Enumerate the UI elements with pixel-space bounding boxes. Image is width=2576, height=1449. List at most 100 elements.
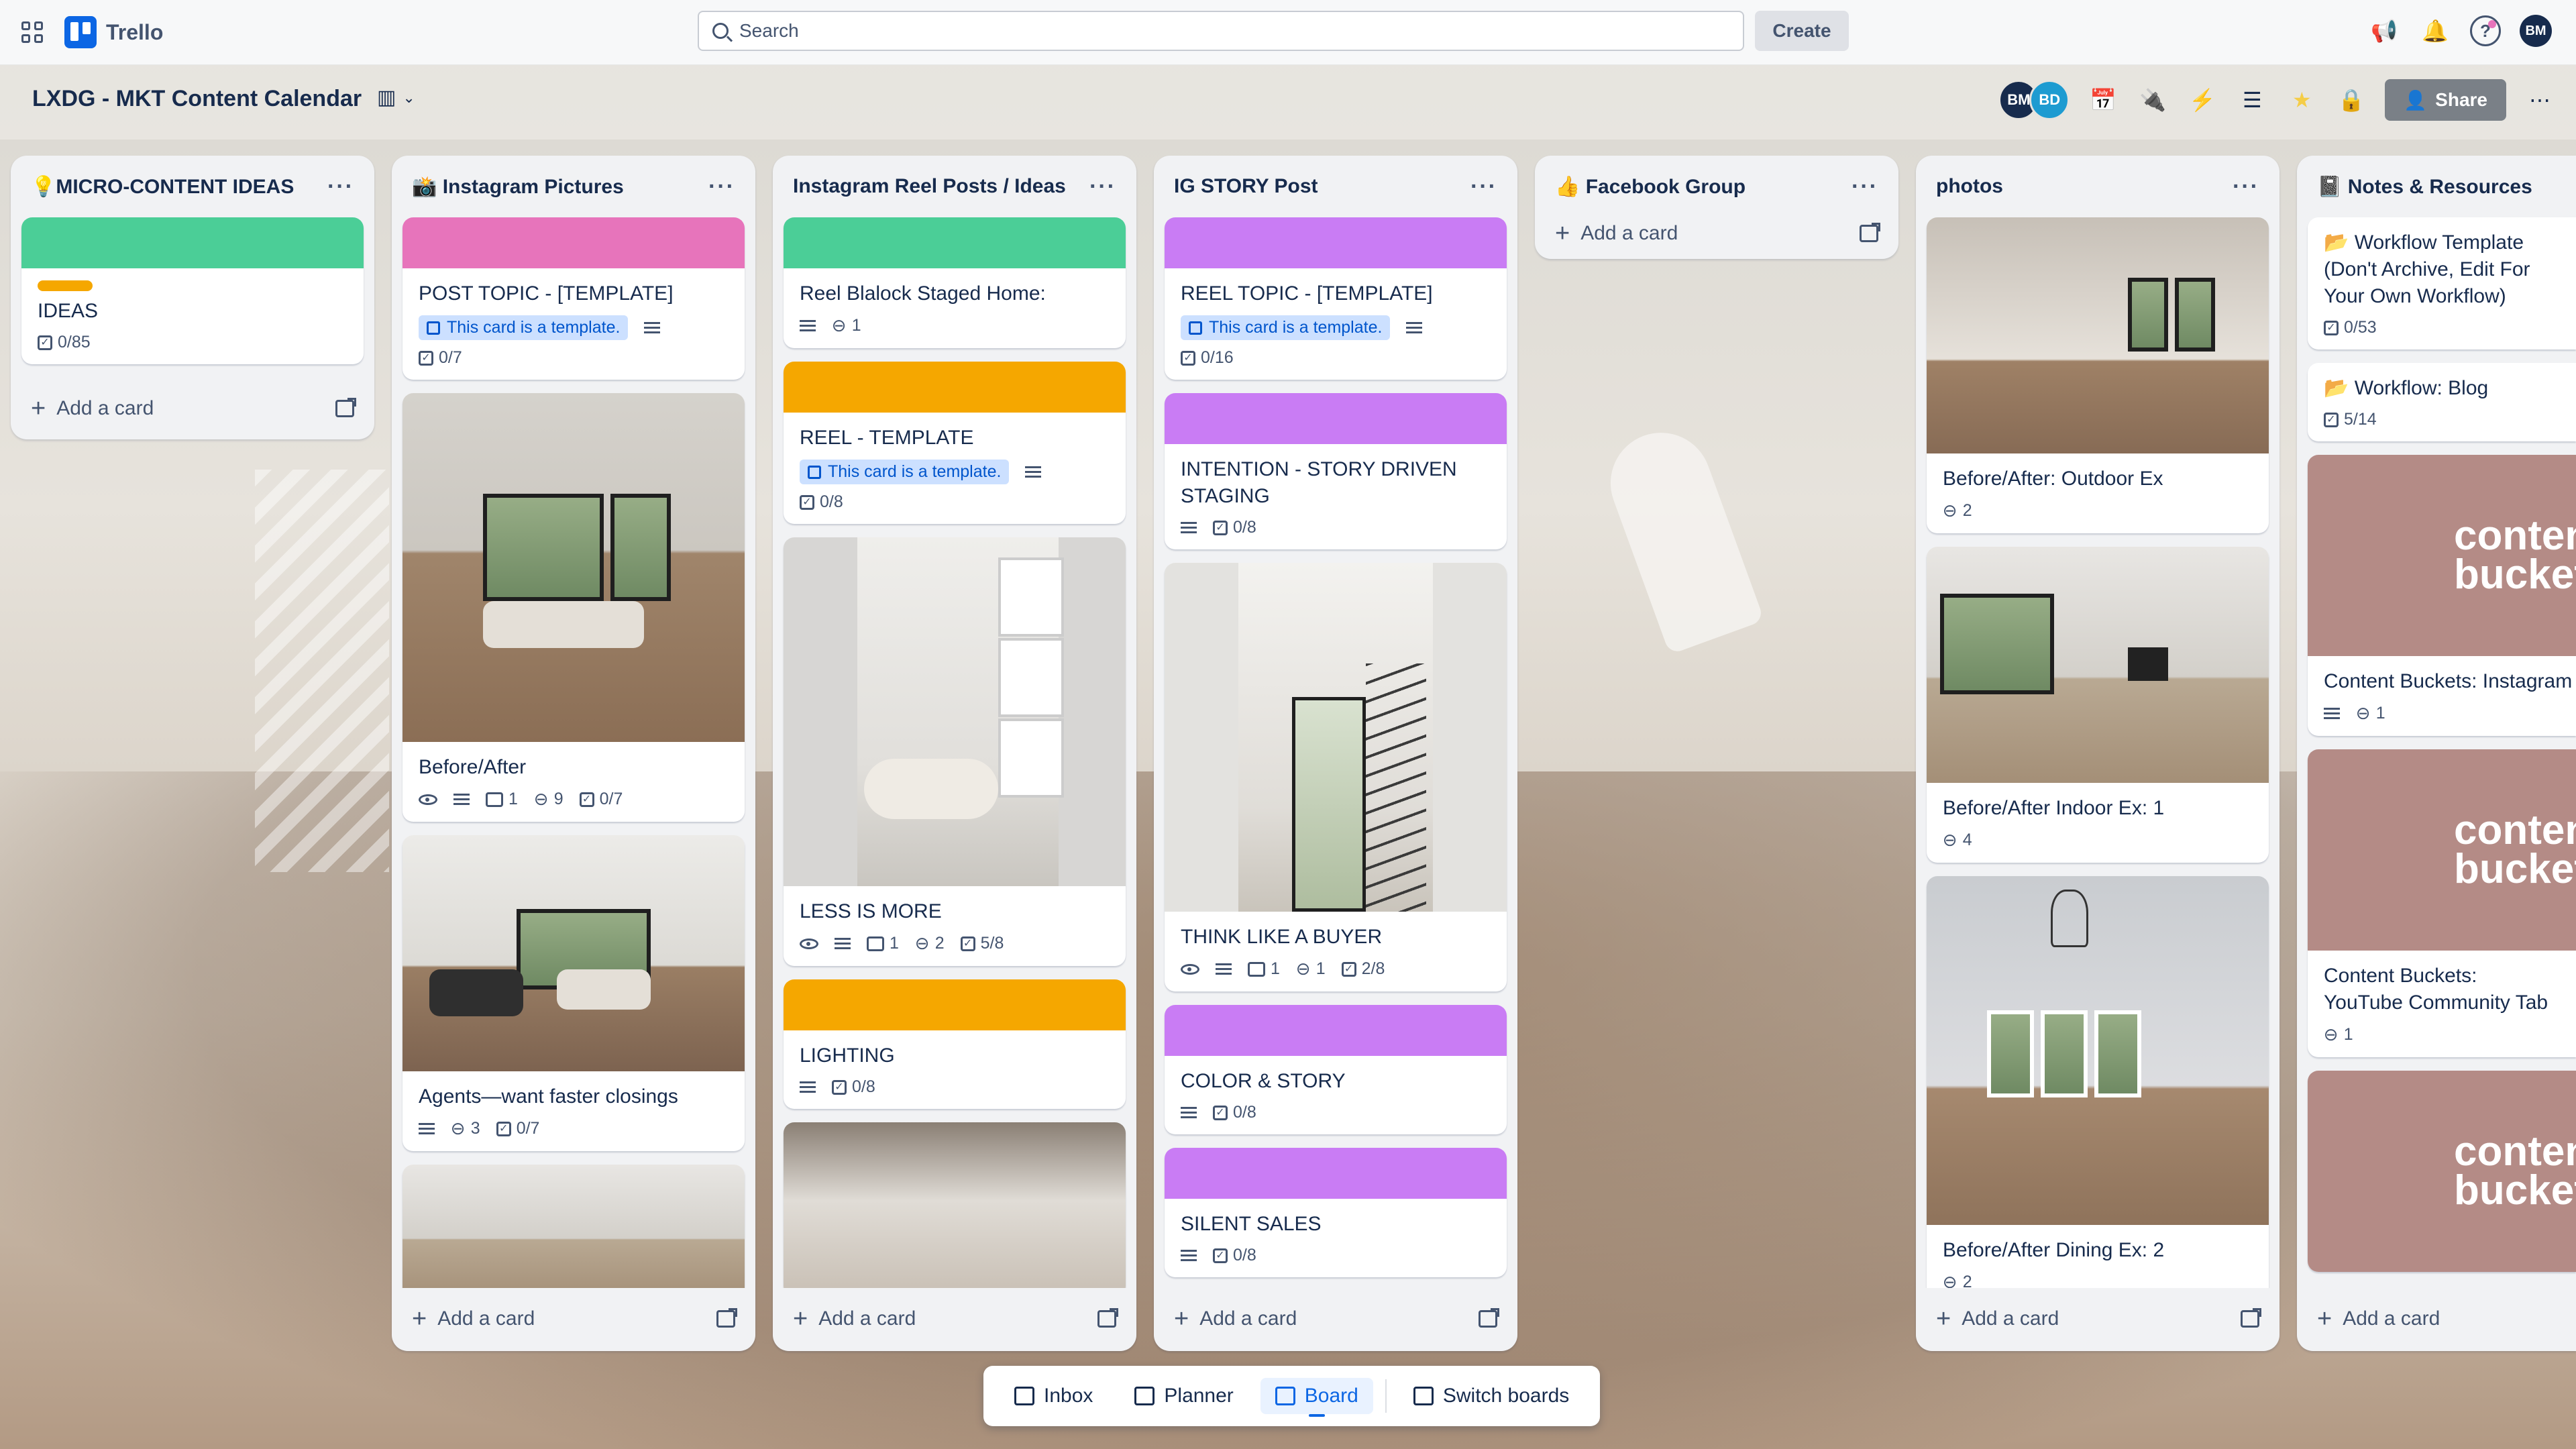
template-text: This card is a template. [447,318,621,337]
card-image-kitchen-lights [402,1165,745,1288]
card-lighting[interactable]: LIGHTING ✓ 0/8 [784,979,1126,1109]
card-workflow-blog[interactable]: 📂 Workflow: Blog ✓ 5/14 [2308,363,2576,441]
trello-logo[interactable]: Trello [64,16,163,48]
card-agents-faster-closings[interactable]: Agents—want faster closings ⊘ 3 ✓ 0/7 [402,835,745,1151]
list-menu-icon[interactable]: ··· [327,174,354,200]
card-content-buckets-instagram[interactable]: content buckets Content Buckets: Instagr… [2308,455,2576,736]
add-card-button[interactable]: + Add a card [2297,1288,2576,1350]
list-menu-icon[interactable]: ··· [1470,174,1497,200]
help-icon[interactable]: ? [2470,15,2501,46]
card-before-after-indoor[interactable]: Before/After Indoor Ex: 1 ⊘ 4 [1927,547,2269,863]
attachments-badge: ⊘ 9 [529,787,564,812]
list-menu-icon[interactable]: ··· [1089,174,1116,200]
add-card-button[interactable]: + Add a card [1154,1288,1517,1350]
nav-switch-boards[interactable]: Switch boards [1399,1378,1584,1414]
card-image-artwork [784,1122,1126,1288]
nav-planner[interactable]: Planner [1120,1378,1248,1414]
card-cover-orange [784,362,1126,413]
calendar-icon[interactable]: 📅 [2087,84,2119,116]
create-from-template-icon[interactable] [1860,223,1880,242]
card-color-and-story[interactable]: COLOR & STORY ✓ 0/8 [1165,1005,1507,1134]
create-from-template-icon[interactable] [2241,1308,2261,1328]
list-menu-icon[interactable]: ··· [2233,174,2259,200]
user-avatar[interactable]: BM [2520,15,2552,47]
card-workflow-template[interactable]: 📂 Workflow Template (Don't Archive, Edit… [2308,217,2576,350]
comments-badge: 1 [1248,959,1280,979]
description-icon [1406,321,1423,334]
card-post-topic-template[interactable]: POST TOPIC - [TEMPLATE] This card is a t… [402,217,745,380]
list-title: Instagram Reel Posts / Ideas [793,175,1066,197]
list-menu-icon[interactable]: ··· [1851,174,1878,200]
checklist-count: 0/7 [439,348,462,367]
power-ups-icon[interactable]: 🔌 [2137,84,2169,116]
member-avatar[interactable]: BD [2029,80,2070,120]
list-facebook-group: 👍 Facebook Group ··· + Add a card [1535,156,1898,259]
card-before-after-dining[interactable]: Before/After Dining Ex: 2 ⊘ 2 [1927,876,2269,1288]
board-view-switcher[interactable]: ▥ ⌄ [377,86,415,109]
create-from-template-icon[interactable] [716,1308,737,1328]
list-header[interactable]: photos ··· [1916,156,2279,217]
list-header[interactable]: 📸 Instagram Pictures ··· [392,156,755,217]
card-title: Reel Blalock Staged Home: [800,282,1046,305]
search-input[interactable]: Search [698,11,1744,51]
card-label-orange[interactable] [38,280,93,291]
share-button[interactable]: 👤 Share [2385,79,2506,121]
window [2175,278,2215,352]
cover-text: content buckets [2454,807,2576,892]
card-before-after-outdoor[interactable]: Before/After: Outdoor Ex ⊘ 2 [1927,217,2269,533]
list-menu-icon[interactable]: ··· [708,174,735,200]
template-text: This card is a template. [1209,318,1383,337]
nav-divider [1385,1379,1387,1413]
card-intention-story-driven[interactable]: INTENTION - STORY DRIVEN STAGING ✓ 0/8 [1165,393,1507,549]
create-from-template-icon[interactable] [1097,1308,1118,1328]
attachments-count: 9 [553,790,564,808]
card-title: LIGHTING [800,1044,895,1067]
fireplace [2128,647,2168,681]
card-before-after[interactable]: Before/After 1 ⊘ 9 ✓ 0/7 [402,393,745,822]
card-reel-template[interactable]: REEL - TEMPLATE This card is a template.… [784,362,1126,524]
board-title[interactable]: LXDG - MKT Content Calendar [32,86,362,112]
automation-icon[interactable]: ⚡ [2186,84,2218,116]
card-content-buckets[interactable]: content buckets [2308,1071,2576,1272]
attachments-badge: ⊘ 4 [1938,828,1972,853]
app-switcher-icon[interactable] [19,19,46,46]
card-reel-blalock[interactable]: Reel Blalock Staged Home: ⊘ 1 [784,217,1126,348]
add-card-button[interactable]: + Add a card [1535,208,1898,259]
add-card-button[interactable]: + Add a card [11,378,374,439]
card-less-is-more[interactable]: LESS IS MORE 1 ⊘ 2 ✓ 5/8 [784,537,1126,966]
checklist-count: 0/8 [1233,518,1256,537]
more-options-icon[interactable]: ⋯ [2524,84,2556,116]
add-card-button[interactable]: + Add a card [1916,1288,2279,1350]
nav-inbox[interactable]: Inbox [1000,1378,1108,1414]
list-header[interactable]: Instagram Reel Posts / Ideas ··· [773,156,1136,217]
create-from-template-icon[interactable] [1479,1308,1499,1328]
add-card-button[interactable]: + Add a card [392,1288,755,1350]
notifications-bell-icon[interactable]: 🔔 [2419,15,2451,47]
card-reel-topic-template[interactable]: REEL TOPIC - [TEMPLATE] This card is a t… [1165,217,1507,380]
window [2094,1010,2141,1097]
card-image-art[interactable] [784,1122,1126,1288]
card-think-like-a-buyer[interactable]: THINK LIKE A BUYER 1 ⊘ 1 ✓ 2/8 [1165,563,1507,991]
star-icon[interactable]: ★ [2286,84,2318,116]
list-header[interactable]: IG STORY Post ··· [1154,156,1517,217]
card-ideas[interactable]: IDEAS ✓ 0/85 [21,217,364,364]
checklist-badge: ✓ 5/8 [960,934,1004,953]
list-header[interactable]: 💡MICRO-CONTENT IDEAS ··· [11,156,374,217]
megaphone-icon[interactable]: 📢 [2368,15,2400,47]
card-cover-content-buckets: content buckets [2308,455,2576,656]
add-card-button[interactable]: + Add a card [773,1288,1136,1350]
nav-board[interactable]: Board [1260,1378,1373,1414]
watch-icon [800,938,818,949]
create-from-template-icon[interactable] [335,398,356,417]
list-header[interactable]: 📓 Notes & Resources [2297,156,2576,217]
filter-icon[interactable]: ☰ [2236,84,2268,116]
create-button[interactable]: Create [1755,11,1849,51]
template-badge: This card is a template. [800,460,1010,484]
lock-icon[interactable]: 🔒 [2335,84,2367,116]
checklist-badge: ✓ 0/16 [1181,348,1234,368]
card-content-buckets-youtube[interactable]: content buckets Content Buckets: YouTube… [2308,749,2576,1057]
checklist-badge: ✓ 0/8 [800,492,843,512]
card-silent-sales[interactable]: SILENT SALES ✓ 0/8 [1165,1148,1507,1277]
card-image-kitchen[interactable] [402,1165,745,1288]
attachments-count: 1 [851,316,861,335]
